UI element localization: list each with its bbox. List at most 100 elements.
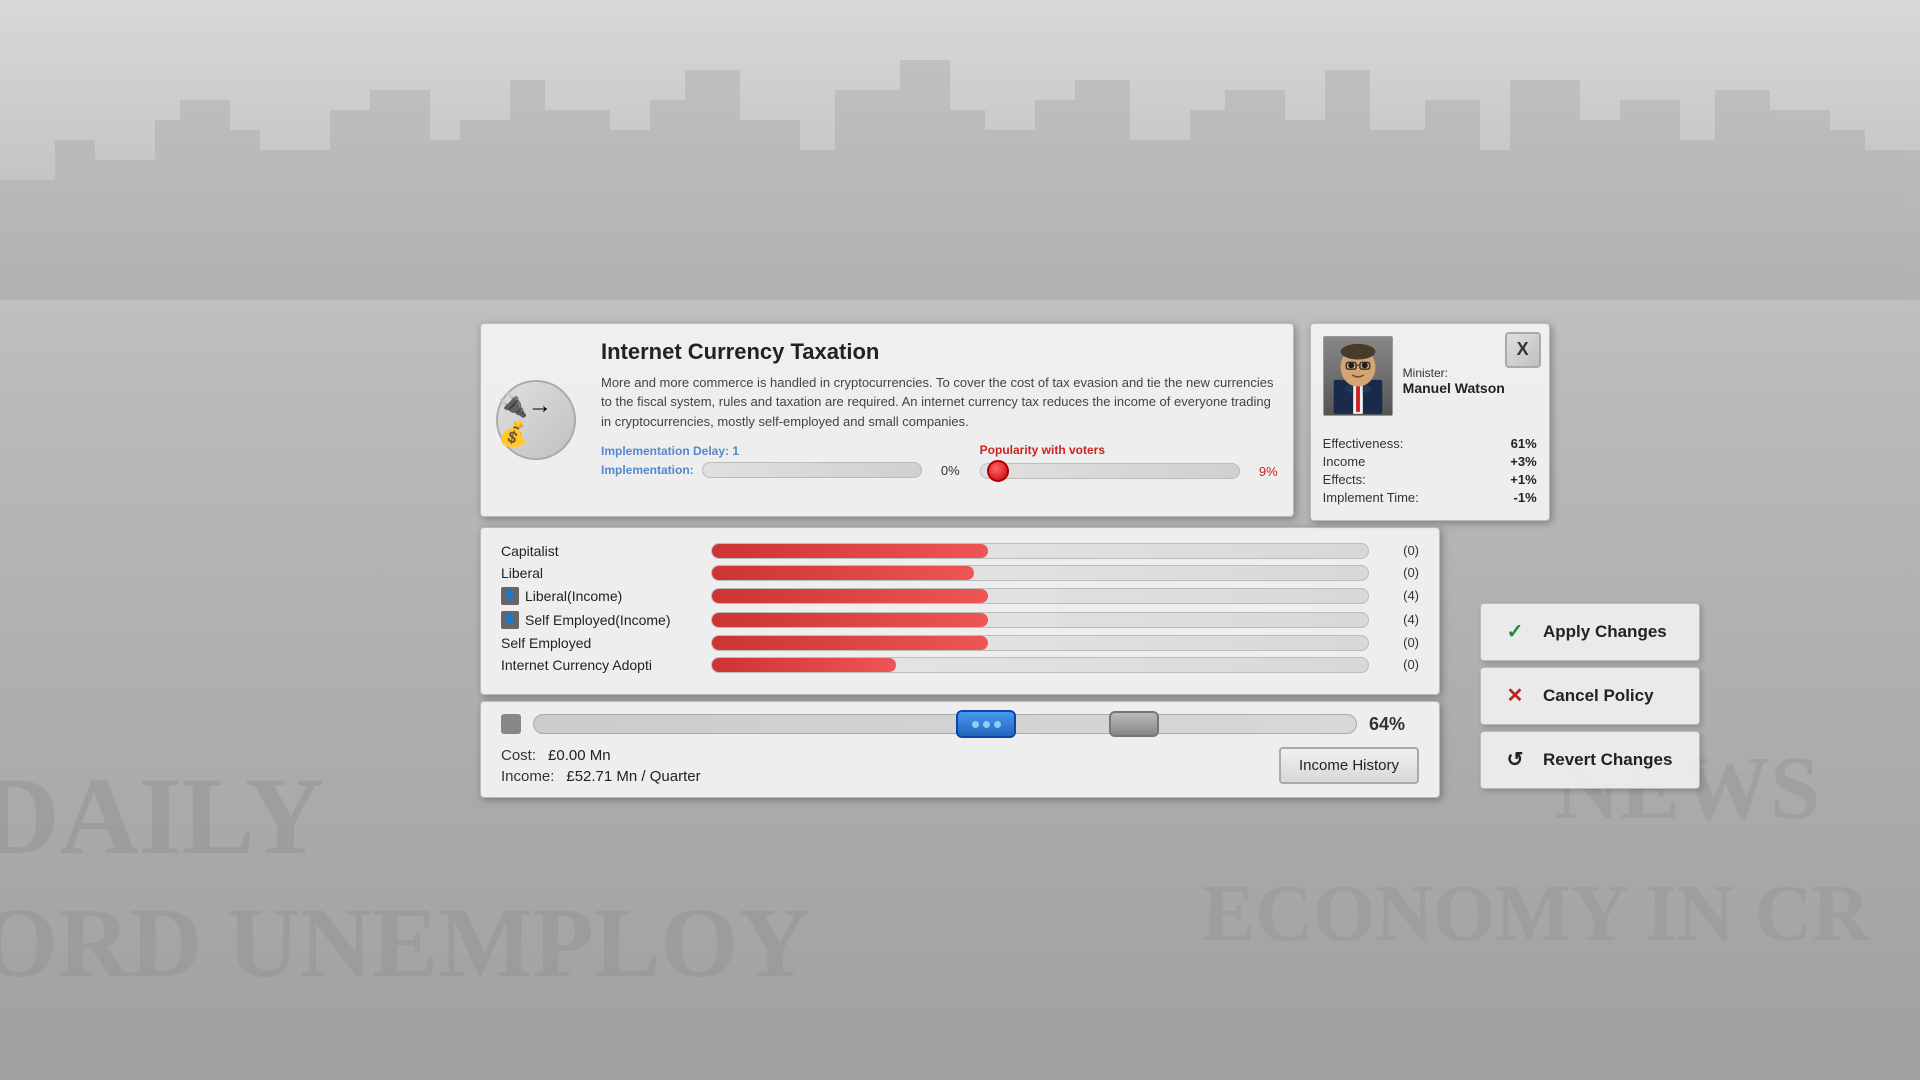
cost-value: £0.00 Mn [548, 747, 611, 764]
voter-bar-fill [712, 636, 988, 650]
income-value: £52.71 Mn / Quarter [566, 768, 700, 785]
popularity-track[interactable] [980, 463, 1240, 479]
implementation-slider-group: Implementation Delay: 1 Implementation: … [601, 444, 960, 478]
minister-card: X [1310, 323, 1550, 521]
voter-bar-fill [712, 613, 988, 627]
policy-description: More and more commerce is handled in cry… [601, 373, 1278, 432]
voter-bar-container [711, 657, 1369, 673]
slider-percentage: 64% [1369, 714, 1419, 735]
voter-name: Liberal(Income) [525, 588, 622, 604]
action-buttons: ✓ Apply Changes ✕ Cancel Policy ↺ Revert… [1480, 603, 1700, 789]
revert-label: Revert Changes [1543, 750, 1672, 770]
minister-avatar [1324, 336, 1392, 415]
voter-row: 👤 Self Employed(Income) (4) [501, 611, 1419, 629]
slider-thumb-blue[interactable] [956, 710, 1016, 738]
policy-sliders: Implementation Delay: 1 Implementation: … [601, 443, 1278, 479]
voter-bar-fill [712, 544, 988, 558]
ui-container: 🔌→💰 Internet Currency Taxation More and … [480, 323, 1440, 798]
voter-score: (4) [1379, 588, 1419, 603]
voter-bar-container [711, 635, 1369, 651]
thumb-dot-2 [983, 721, 990, 728]
policy-title: Internet Currency Taxation [601, 339, 1278, 365]
popularity-dot [987, 460, 1009, 482]
minister-income-value: +3% [1510, 454, 1536, 469]
voter-name: Self Employed [501, 635, 591, 651]
income-label: Income: [501, 768, 554, 785]
voter-score: (4) [1379, 612, 1419, 627]
popularity-slider-row: 9% [980, 463, 1278, 479]
check-icon: ✓ [1499, 616, 1531, 648]
voter-bar-container [711, 612, 1369, 628]
voter-name: Capitalist [501, 543, 559, 559]
policy-icon: 🔌→💰 [496, 380, 576, 460]
cost-row: Cost: £0.00 Mn [501, 747, 701, 764]
voter-row: 👤 Liberal(Income) (4) [501, 587, 1419, 605]
voter-bar-fill [712, 589, 988, 603]
voter-row: Liberal (0) [501, 565, 1419, 581]
implement-time-label: Implement Time: [1323, 490, 1419, 505]
voter-label: 👤 Liberal(Income) [501, 587, 701, 605]
voter-label: Capitalist [501, 543, 701, 559]
effects-value: +1% [1510, 472, 1536, 487]
policy-card: 🔌→💰 Internet Currency Taxation More and … [480, 323, 1294, 517]
voter-name: Self Employed(Income) [525, 612, 671, 628]
stat-effects: Effects: +1% [1323, 472, 1537, 487]
thumb-dot-3 [994, 721, 1001, 728]
minister-name: Manuel Watson [1403, 380, 1505, 396]
thumb-dot-1 [972, 721, 979, 728]
x-icon: ✕ [1499, 680, 1531, 712]
voter-row: Capitalist (0) [501, 543, 1419, 559]
stat-effectiveness: Effectiveness: 61% [1323, 436, 1537, 451]
income-row: Income: £52.71 Mn / Quarter [501, 768, 701, 785]
minister-info: Minister: Manuel Watson [1403, 336, 1505, 396]
cancel-policy-button[interactable]: ✕ Cancel Policy [1480, 667, 1700, 725]
cost-label: Cost: [501, 747, 536, 764]
minister-stats: Effectiveness: 61% Income +3% Effects: +… [1311, 428, 1549, 520]
voter-score: (0) [1379, 543, 1419, 558]
voter-score: (0) [1379, 635, 1419, 650]
voter-score: (0) [1379, 565, 1419, 580]
policy-icon-area: 🔌→💰 [481, 324, 591, 516]
effectiveness-value: 61% [1511, 436, 1537, 451]
bottom-panel: 64% Cost: £0.00 Mn Income: £52.71 Mn / Q… [480, 701, 1440, 798]
stat-implement-time: Implement Time: -1% [1323, 490, 1537, 505]
minister-label: Minister: [1403, 366, 1505, 380]
cost-income-left: Cost: £0.00 Mn Income: £52.71 Mn / Quart… [501, 747, 701, 785]
close-button[interactable]: X [1505, 332, 1541, 368]
impl-track[interactable] [702, 462, 922, 478]
popularity-label: Popularity with voters [980, 443, 1278, 457]
main-slider-row: 64% [501, 714, 1419, 735]
voter-name: Internet Currency Adopti [501, 657, 652, 673]
top-row: 🔌→💰 Internet Currency Taxation More and … [480, 323, 1440, 521]
voter-label: 👤 Self Employed(Income) [501, 611, 701, 629]
main-slider-track[interactable] [533, 714, 1357, 734]
apply-changes-button[interactable]: ✓ Apply Changes [1480, 603, 1700, 661]
effects-label: Effects: [1323, 472, 1366, 487]
revert-icon: ↺ [1499, 744, 1531, 776]
cost-income-row: Cost: £0.00 Mn Income: £52.71 Mn / Quart… [501, 747, 1419, 785]
cancel-label: Cancel Policy [1543, 686, 1654, 706]
voter-group-icon: 👤 [501, 611, 519, 629]
slider-thumb-gray[interactable] [1109, 711, 1159, 737]
voter-group-icon: 👤 [501, 587, 519, 605]
impl-value: 0% [930, 463, 960, 478]
minister-photo [1323, 336, 1393, 416]
income-history-button[interactable]: Income History [1279, 747, 1419, 784]
voter-bar-fill [712, 566, 974, 580]
revert-changes-button[interactable]: ↺ Revert Changes [1480, 731, 1700, 789]
voter-bar-container [711, 588, 1369, 604]
main-content: 🔌→💰 Internet Currency Taxation More and … [0, 0, 1920, 1080]
voter-row: Self Employed (0) [501, 635, 1419, 651]
voter-bar-container [711, 543, 1369, 559]
slider-icon [501, 714, 521, 734]
minister-income-label: Income [1323, 454, 1366, 469]
popularity-slider-group: Popularity with voters 9% [980, 443, 1278, 479]
voter-panel: Capitalist (0) Liberal (0) 👤 Liberal(Income) (… [480, 527, 1440, 695]
voter-label: Self Employed [501, 635, 701, 651]
voter-row: Internet Currency Adopti(0) [501, 657, 1419, 673]
apply-label: Apply Changes [1543, 622, 1667, 642]
voter-name: Liberal [501, 565, 543, 581]
impl-slider-row: Implementation: 0% [601, 462, 960, 478]
implement-time-value: -1% [1514, 490, 1537, 505]
impl-label: Implementation: [601, 463, 694, 477]
